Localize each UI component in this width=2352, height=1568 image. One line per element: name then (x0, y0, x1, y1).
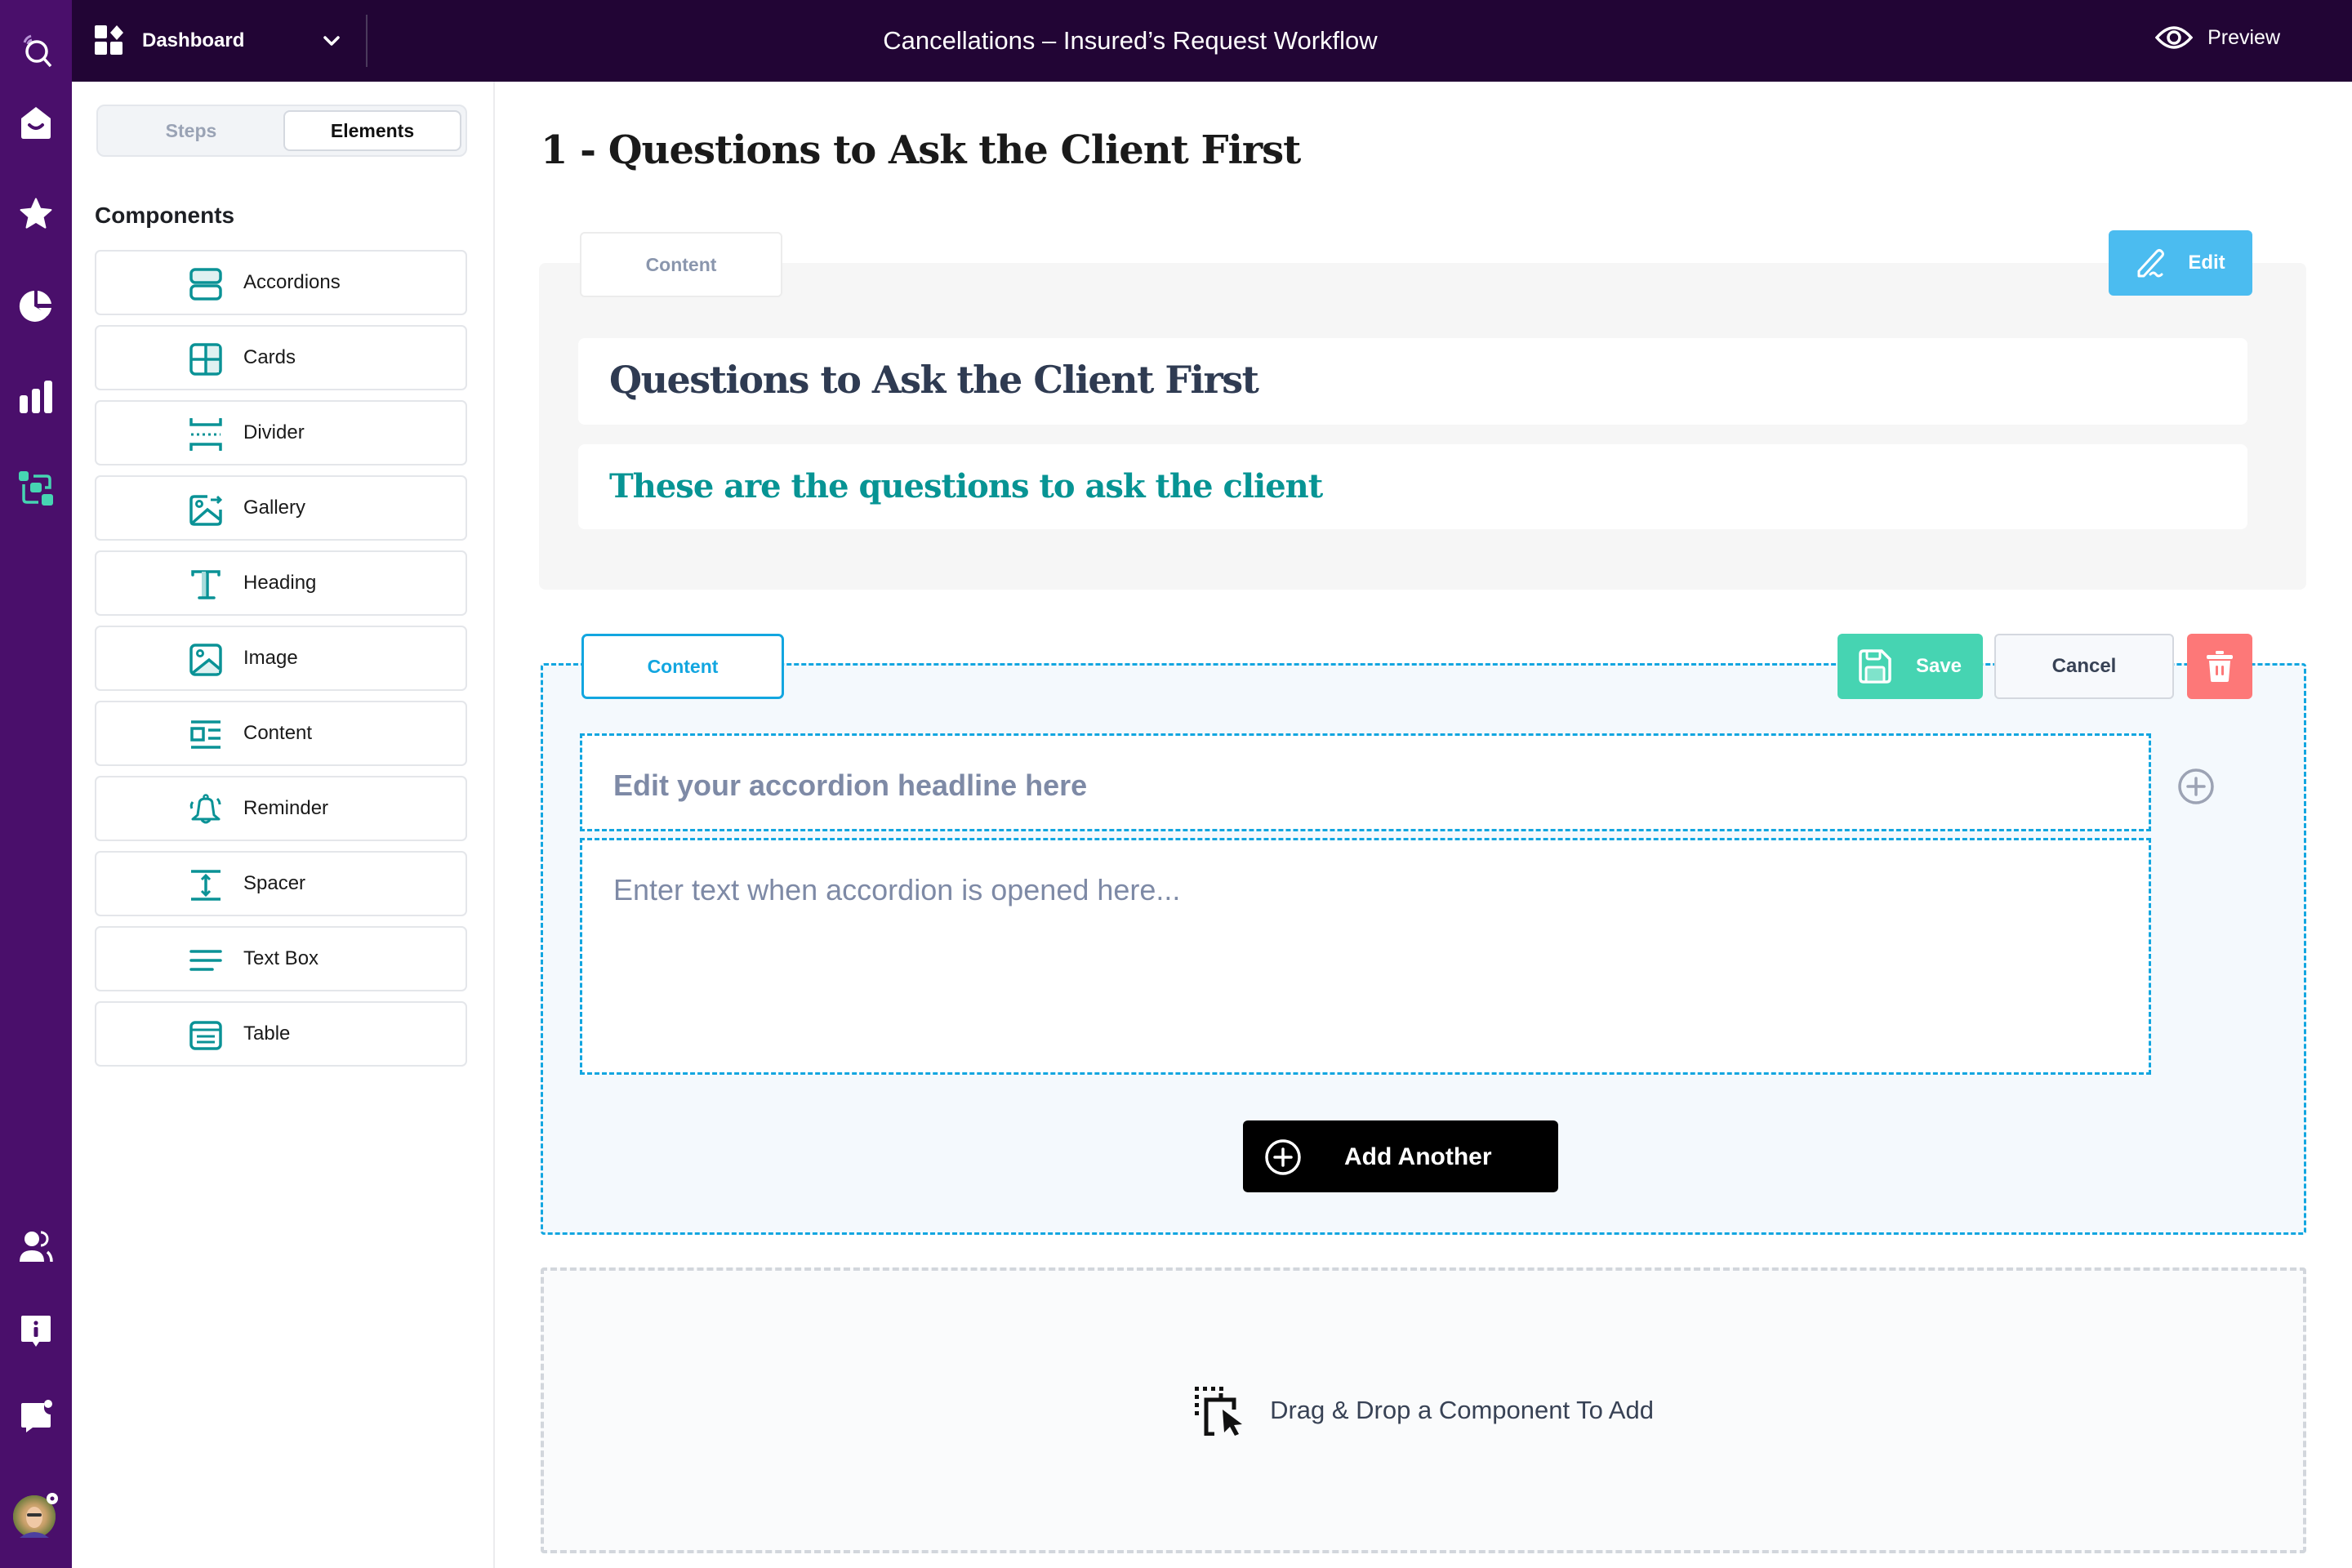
tab-steps[interactable]: Steps (102, 110, 280, 151)
subheading-card: These are the questions to ask the clien… (578, 444, 2247, 529)
delete-button[interactable] (2187, 634, 2252, 699)
edit-label: Edit (2188, 252, 2225, 274)
component-label: Gallery (243, 497, 306, 519)
search-signal-icon[interactable] (16, 31, 56, 70)
bar-chart-icon[interactable] (16, 377, 56, 416)
components-heading: Components (95, 203, 235, 228)
components-list: Accordions Cards Divider Gallery Heading… (95, 250, 467, 1076)
preview-label: Preview (2207, 25, 2280, 49)
spacer-icon (191, 870, 220, 901)
panel-tabs: Steps Elements (96, 105, 467, 157)
accordion-icon (189, 268, 222, 301)
cards-icon (189, 343, 222, 376)
image-icon (189, 644, 222, 676)
component-label: Text Box (243, 947, 319, 969)
preview-button[interactable]: Preview (2155, 24, 2280, 51)
heading-icon (191, 570, 220, 599)
cancel-button[interactable]: Cancel (1994, 634, 2174, 699)
component-label: Spacer (243, 872, 306, 894)
gallery-icon (189, 495, 222, 526)
trash-icon (2207, 651, 2233, 682)
save-label: Save (1915, 655, 1962, 677)
info-icon[interactable] (16, 1312, 56, 1352)
add-accordion-item-icon[interactable] (2177, 768, 2215, 805)
tab-elements[interactable]: Elements (283, 110, 461, 151)
headline-placeholder: Edit your accordion headline here (613, 768, 1088, 802)
component-label: Image (243, 647, 298, 669)
table-icon (189, 1021, 222, 1050)
heading-card: Questions to Ask the Client First (578, 338, 2247, 425)
star-icon[interactable] (16, 194, 56, 234)
component-cards[interactable]: Cards (95, 325, 467, 390)
component-label: Divider (243, 421, 305, 443)
add-another-label: Add Another (1344, 1143, 1492, 1170)
component-label: Table (243, 1022, 291, 1045)
content-subheading: These are the questions to ask the clien… (609, 467, 1323, 506)
top-bar: Dashboard Cancellations – Insured’s Requ… (72, 0, 2352, 82)
accordion-headline-input[interactable]: Edit your accordion headline here (580, 733, 2151, 831)
component-reminder[interactable]: Reminder (95, 776, 467, 841)
component-label: Accordions (243, 271, 341, 293)
content-tab-active[interactable]: Content (581, 634, 784, 699)
accordion-body-input[interactable]: Enter text when accordion is opened here… (580, 838, 2151, 1075)
pie-chart-icon[interactable] (16, 286, 56, 325)
content-block-saved[interactable]: Questions to Ask the Client First These … (539, 263, 2306, 590)
add-another-button[interactable]: Add Another (1243, 1120, 1558, 1192)
component-label: Heading (243, 572, 317, 594)
edit-button[interactable]: Edit (2109, 230, 2252, 296)
component-label: Content (243, 722, 313, 744)
chat-notification-icon[interactable] (16, 1396, 56, 1436)
editor-canvas: 1 - Questions to Ask the Client First Qu… (495, 82, 2352, 1568)
dropzone-label: Drag & Drop a Component To Add (1270, 1396, 1654, 1424)
component-gallery[interactable]: Gallery (95, 475, 467, 541)
app-rail (0, 0, 72, 1568)
component-spacer[interactable]: Spacer (95, 851, 467, 916)
component-label: Reminder (243, 797, 329, 819)
component-heading[interactable]: Heading (95, 550, 467, 616)
workflow-title: Cancellations – Insured’s Request Workfl… (883, 26, 1378, 55)
pen-icon (2137, 249, 2165, 278)
content-heading: Questions to Ask the Client First (609, 358, 1259, 402)
divider-icon (189, 418, 222, 451)
component-content[interactable]: Content (95, 701, 467, 766)
avatar[interactable] (11, 1490, 60, 1539)
home-icon[interactable] (16, 103, 56, 142)
text-lines-icon (189, 950, 222, 971)
component-accordions[interactable]: Accordions (95, 250, 467, 315)
page-title: 1 - Questions to Ask the Client First (541, 127, 1301, 173)
eye-icon (2155, 26, 2194, 49)
component-table[interactable]: Table (95, 1001, 467, 1067)
plus-circle-icon (1265, 1139, 1301, 1175)
drag-drop-icon (1195, 1387, 1243, 1436)
save-icon (1859, 649, 1891, 684)
content-icon (190, 720, 220, 749)
component-image[interactable]: Image (95, 626, 467, 691)
bell-icon (189, 794, 221, 824)
elements-panel: Steps Elements Components Accordions Car… (72, 82, 495, 1568)
component-text-box[interactable]: Text Box (95, 926, 467, 991)
workflow-icon[interactable] (16, 469, 56, 508)
save-button[interactable]: Save (1838, 634, 1983, 699)
users-icon[interactable] (16, 1227, 56, 1267)
component-label: Cards (243, 346, 296, 368)
body-placeholder: Enter text when accordion is opened here… (613, 873, 1181, 906)
content-tab[interactable]: Content (580, 232, 782, 297)
component-drop-zone[interactable]: Drag & Drop a Component To Add (541, 1267, 2306, 1553)
component-divider[interactable]: Divider (95, 400, 467, 466)
